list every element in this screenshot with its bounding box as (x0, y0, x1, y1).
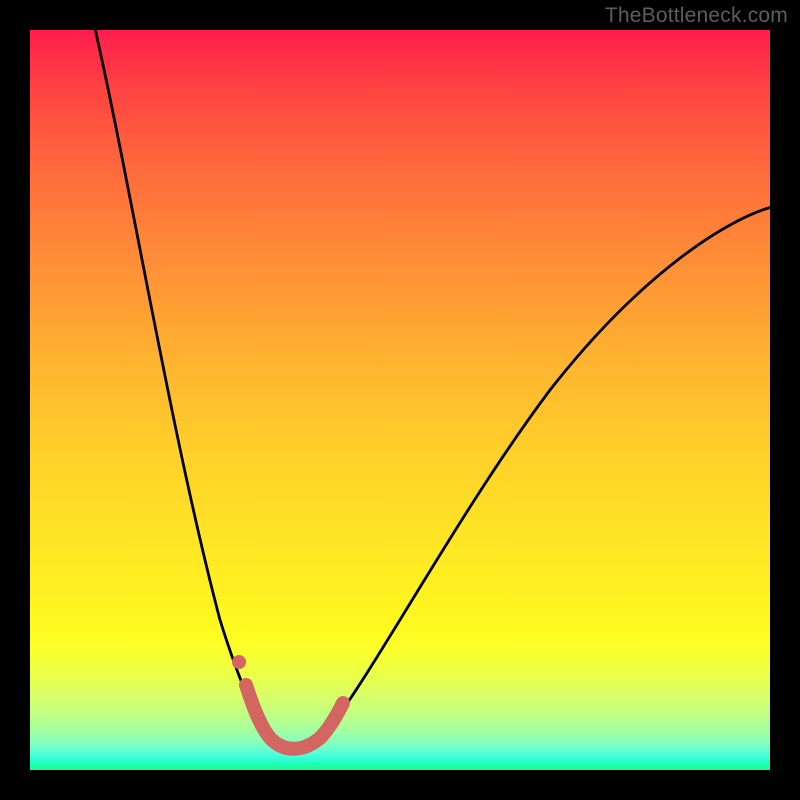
chart-frame: TheBottleneck.com (0, 0, 800, 800)
highlight-curve-path (246, 685, 343, 749)
plot-area (30, 30, 770, 770)
highlight-dot (232, 655, 246, 669)
bottleneck-curve (30, 30, 770, 770)
main-curve-path (93, 30, 770, 747)
watermark-text: TheBottleneck.com (605, 4, 788, 28)
